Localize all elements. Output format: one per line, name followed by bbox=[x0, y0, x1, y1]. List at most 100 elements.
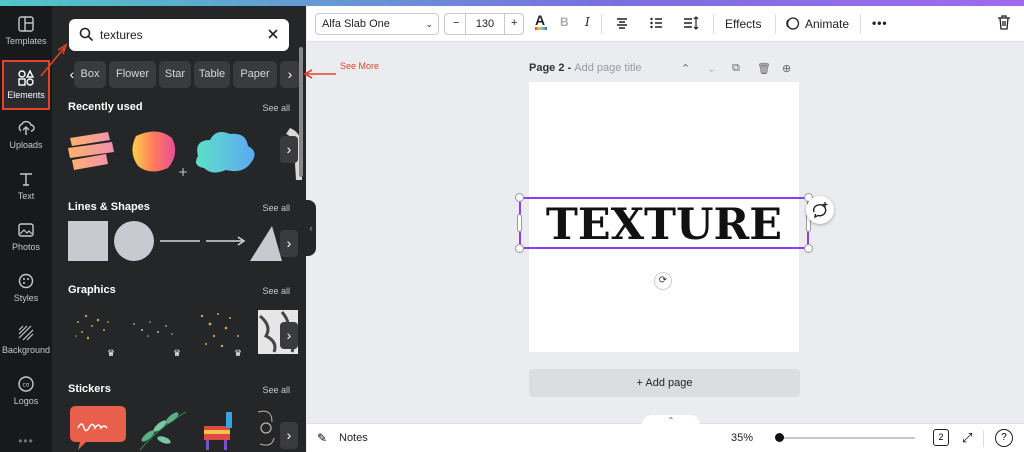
love-speech-bubble-sticker[interactable] bbox=[70, 406, 126, 450]
search-value: textures bbox=[100, 28, 143, 42]
delete-page-button[interactable]: 🗑 bbox=[757, 62, 771, 75]
rail-item-styles[interactable]: Styles bbox=[0, 265, 52, 313]
add-comment-button[interactable] bbox=[806, 196, 834, 224]
move-page-up-button[interactable]: ⌃ bbox=[681, 62, 690, 75]
rotate-handle[interactable]: ⟳ bbox=[654, 272, 672, 290]
see-all-graphics[interactable]: See all bbox=[262, 286, 290, 296]
resize-handle-top-left[interactable] bbox=[515, 193, 524, 202]
text-color-button[interactable]: A bbox=[535, 12, 547, 30]
chip-flower[interactable]: Flower bbox=[109, 61, 156, 88]
comment-add-icon bbox=[812, 202, 828, 219]
font-family-select[interactable]: Alfa Slab One ⌄ bbox=[315, 13, 439, 35]
bold-button[interactable]: B bbox=[560, 15, 569, 29]
outline-doodle-sticker[interactable] bbox=[257, 410, 275, 446]
arrow-line-shape[interactable] bbox=[206, 236, 246, 246]
zoom-level: 35% bbox=[731, 432, 754, 444]
svg-text:+: + bbox=[178, 165, 188, 179]
chips-next-button[interactable]: › bbox=[280, 61, 300, 88]
rail-label: Templates bbox=[5, 36, 47, 46]
see-all-stickers[interactable]: See all bbox=[262, 385, 290, 395]
chevron-down-icon: ⌄ bbox=[425, 19, 433, 29]
see-all-lines-shapes[interactable]: See all bbox=[262, 203, 290, 213]
see-all-recently-used[interactable]: See all bbox=[262, 103, 290, 113]
resize-handle-bottom-right[interactable] bbox=[804, 244, 813, 253]
duplicate-page-button[interactable]: ⧉ bbox=[732, 62, 740, 75]
selected-text-element[interactable]: TEXTURE bbox=[519, 197, 809, 250]
search-input[interactable]: textures bbox=[69, 19, 289, 51]
elements-icon bbox=[18, 69, 35, 86]
add-page-button[interactable]: + Add page bbox=[529, 369, 800, 397]
gold-sparkle-graphic[interactable] bbox=[200, 313, 239, 348]
brush-stroke-element[interactable] bbox=[68, 132, 114, 170]
chip-star[interactable]: Star bbox=[159, 61, 191, 88]
graphics-next-button[interactable]: › bbox=[280, 322, 298, 349]
rail-label: Text bbox=[17, 191, 35, 201]
font-family-value: Alfa Slab One bbox=[322, 18, 390, 30]
rail-item-photos[interactable]: Photos bbox=[0, 214, 52, 262]
font-size-input[interactable]: 130 bbox=[465, 14, 505, 34]
chip-box[interactable]: Box bbox=[74, 61, 106, 88]
help-button[interactable]: ? bbox=[995, 429, 1013, 447]
text-icon bbox=[20, 173, 32, 186]
show-pages-tab[interactable]: ⌃ bbox=[642, 415, 700, 425]
animate-button[interactable]: Animate bbox=[805, 17, 849, 31]
spacing-icon[interactable] bbox=[683, 16, 699, 30]
rail-label: Logos bbox=[13, 396, 39, 406]
rail-item-text[interactable]: Text bbox=[0, 163, 52, 211]
rail-item-uploads[interactable]: Uploads bbox=[0, 112, 52, 160]
rail-item-logos[interactable]: co Logos bbox=[0, 368, 52, 416]
rail-item-background[interactable]: Background bbox=[0, 317, 52, 365]
lines-shapes-next-button[interactable]: › bbox=[280, 230, 298, 257]
crown-premium-icon: ♛ bbox=[234, 348, 242, 358]
editor-toolbar: Alfa Slab One ⌄ − 130 + A B I Effects Ani… bbox=[307, 6, 1024, 42]
move-page-down-button[interactable]: ⌄ bbox=[707, 62, 716, 75]
toolbar-divider bbox=[775, 14, 776, 34]
more-options-button[interactable]: ••• bbox=[872, 16, 888, 30]
leaf-branch-sticker[interactable] bbox=[139, 411, 187, 451]
decrease-size-button[interactable]: − bbox=[453, 17, 459, 29]
page-count-button[interactable]: 2 bbox=[933, 429, 949, 446]
rail-label: Background bbox=[1, 345, 51, 355]
add-page-icon-button[interactable]: ⊕ bbox=[782, 62, 791, 75]
trash-icon[interactable] bbox=[997, 14, 1011, 30]
dust-texture-graphic[interactable] bbox=[133, 321, 173, 337]
resize-handle-bottom-left[interactable] bbox=[515, 244, 524, 253]
fullscreen-icon[interactable]: ⤢ bbox=[962, 430, 972, 446]
cloud-element[interactable] bbox=[196, 132, 255, 173]
zoom-slider-track[interactable] bbox=[777, 437, 915, 439]
resize-handle-left[interactable] bbox=[517, 214, 522, 232]
side-rail: Templates Elements Uploads Text Photos S… bbox=[0, 6, 52, 452]
recently-used-thumbnails: + bbox=[68, 128, 302, 180]
stickers-next-button[interactable]: › bbox=[280, 422, 298, 449]
suggestion-chips: ‹ Box Flower Star Table Paper › bbox=[64, 61, 304, 89]
rail-more-button[interactable]: ••• bbox=[0, 434, 52, 448]
triangle-shape[interactable] bbox=[250, 226, 282, 261]
graphics-thumbnails: ♛ ♛ ♛ bbox=[75, 310, 298, 358]
increase-size-button[interactable]: + bbox=[511, 17, 517, 29]
panel-scrollbar[interactable] bbox=[299, 47, 303, 177]
italic-button[interactable]: I bbox=[585, 15, 590, 29]
circle-shape[interactable] bbox=[114, 221, 154, 261]
rail-item-elements[interactable]: Elements bbox=[2, 60, 50, 110]
section-title-recently-used: Recently used bbox=[68, 101, 143, 113]
notes-icon: ✎ bbox=[317, 431, 328, 445]
rail-item-templates[interactable]: Templates bbox=[0, 8, 52, 56]
align-center-icon[interactable] bbox=[615, 16, 629, 30]
recently-used-next-button[interactable]: › bbox=[280, 136, 298, 163]
texture-heading-text[interactable]: TEXTURE bbox=[521, 200, 807, 250]
square-shape[interactable] bbox=[68, 221, 108, 261]
bottom-divider bbox=[983, 430, 984, 447]
clear-search-icon[interactable] bbox=[266, 27, 280, 41]
svg-text:co: co bbox=[23, 382, 30, 389]
notes-button[interactable]: Notes bbox=[339, 432, 368, 444]
glitter-texture-graphic[interactable] bbox=[75, 314, 109, 340]
list-icon[interactable] bbox=[649, 16, 663, 30]
styles-icon bbox=[18, 273, 34, 289]
page-title-input[interactable]: Add page title bbox=[574, 62, 641, 74]
chip-table[interactable]: Table bbox=[194, 61, 230, 88]
blob-element[interactable]: + bbox=[132, 131, 188, 179]
chip-paper[interactable]: Paper bbox=[233, 61, 277, 88]
effects-button[interactable]: Effects bbox=[725, 17, 761, 31]
pinata-llama-sticker[interactable] bbox=[204, 412, 232, 450]
zoom-slider-thumb[interactable] bbox=[775, 433, 784, 442]
